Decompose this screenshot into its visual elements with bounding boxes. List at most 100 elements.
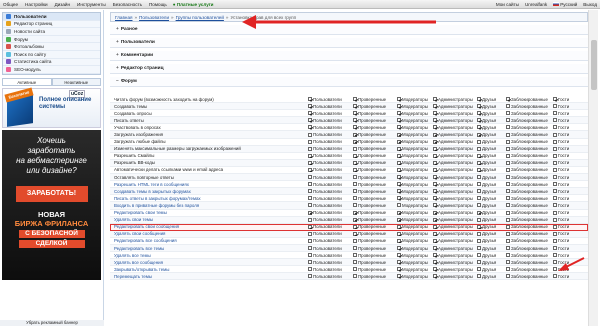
sidebar-item-users[interactable]: Пользователи (3, 13, 100, 21)
checkbox-box[interactable] (433, 210, 437, 215)
group-checkbox[interactable]: Проверенные (353, 203, 397, 208)
checkbox-box[interactable] (477, 167, 481, 172)
checkbox-box[interactable] (553, 274, 557, 279)
permission-label[interactable]: Входить в приватные форумы без пароля (110, 203, 308, 208)
group-checkbox[interactable]: Друзья (477, 231, 506, 236)
group-checkbox[interactable]: Проверенные (353, 132, 397, 137)
group-checkbox[interactable]: Друзья (477, 104, 506, 109)
checkbox-box[interactable] (308, 132, 312, 137)
group-checkbox[interactable]: Проверенные (353, 111, 397, 116)
group-checkbox[interactable]: Гости (553, 125, 573, 130)
breadcrumb-home[interactable]: Главная (115, 15, 132, 20)
checkbox-box[interactable] (433, 97, 437, 102)
permission-label[interactable]: Удалять свои темы (110, 217, 308, 222)
checkbox-box[interactable] (397, 210, 401, 215)
menu-general[interactable]: Общее (3, 2, 18, 7)
section-forum[interactable]: − Форум (110, 77, 588, 87)
checkbox-box[interactable] (506, 125, 510, 130)
group-checkbox[interactable]: Друзья (477, 196, 506, 201)
group-checkbox[interactable]: Друзья (477, 118, 506, 123)
group-checkbox[interactable]: Модераторы (397, 253, 433, 258)
checkbox-box[interactable] (353, 217, 357, 222)
group-checkbox[interactable]: Администраторы (433, 97, 477, 102)
checkbox-box[interactable] (506, 189, 510, 194)
group-checkbox[interactable]: Модераторы (397, 189, 433, 194)
group-checkbox[interactable]: Модераторы (397, 217, 433, 222)
checkbox-box[interactable] (477, 97, 481, 102)
checkbox-box[interactable] (433, 224, 437, 229)
checkbox-box[interactable] (553, 118, 557, 123)
group-checkbox[interactable]: Модераторы (397, 146, 433, 151)
group-checkbox[interactable]: Модераторы (397, 210, 433, 215)
group-checkbox[interactable]: Заблокированные (506, 189, 553, 194)
checkbox-box[interactable] (397, 182, 401, 187)
group-checkbox[interactable]: Администраторы (433, 111, 477, 116)
group-checkbox[interactable]: Пользователи (308, 104, 353, 109)
group-checkbox[interactable]: Заблокированные (506, 97, 553, 102)
group-checkbox[interactable]: Проверенные (353, 153, 397, 158)
group-checkbox[interactable]: Друзья (477, 125, 506, 130)
group-checkbox[interactable]: Пользователи (308, 153, 353, 158)
checkbox-box[interactable] (477, 274, 481, 279)
permission-label[interactable]: Писать ответы в закрытых форумах/темах (110, 196, 308, 201)
checkbox-box[interactable] (506, 175, 510, 180)
sidebar-item-stats[interactable]: Статистика сайта (3, 59, 100, 67)
group-checkbox[interactable]: Администраторы (433, 203, 477, 208)
group-checkbox[interactable]: Проверенные (353, 217, 397, 222)
checkbox-box[interactable] (477, 217, 481, 222)
checkbox-box[interactable] (477, 196, 481, 201)
checkbox-box[interactable] (506, 231, 510, 236)
group-checkbox[interactable]: Друзья (477, 160, 506, 165)
group-checkbox[interactable]: Проверенные (353, 175, 397, 180)
group-checkbox[interactable]: Модераторы (397, 246, 433, 251)
checkbox-box[interactable] (433, 189, 437, 194)
group-checkbox[interactable]: Гости (553, 139, 573, 144)
checkbox-box[interactable] (477, 104, 481, 109)
checkbox-box[interactable] (506, 139, 510, 144)
checkbox-box[interactable] (433, 175, 437, 180)
group-checkbox[interactable]: Проверенные (353, 160, 397, 165)
checkbox-box[interactable] (506, 104, 510, 109)
group-checkbox[interactable]: Модераторы (397, 125, 433, 130)
checkbox-box[interactable] (397, 125, 401, 130)
group-checkbox[interactable]: Проверенные (353, 139, 397, 144)
checkbox-box[interactable] (397, 217, 401, 222)
permission-label[interactable]: Создавать темы в закрытых форумах (110, 189, 308, 194)
checkbox-box[interactable] (553, 132, 557, 137)
group-checkbox[interactable]: Проверенные (353, 246, 397, 251)
checkbox-box[interactable] (553, 238, 557, 243)
checkbox-box[interactable] (477, 182, 481, 187)
group-checkbox[interactable]: Заблокированные (506, 125, 553, 130)
group-checkbox[interactable]: Пользователи (308, 167, 353, 172)
checkbox-box[interactable] (433, 182, 437, 187)
checkbox-box[interactable] (308, 210, 312, 215)
checkbox-box[interactable] (353, 104, 357, 109)
checkbox-box[interactable] (433, 253, 437, 258)
checkbox-box[interactable] (353, 111, 357, 116)
group-checkbox[interactable]: Проверенные (353, 260, 397, 265)
checkbox-box[interactable] (308, 196, 312, 201)
scrollbar-thumb[interactable] (591, 40, 597, 90)
checkbox-box[interactable] (397, 267, 401, 272)
checkbox-box[interactable] (353, 146, 357, 151)
group-checkbox[interactable]: Модераторы (397, 274, 433, 279)
group-checkbox[interactable]: Пользователи (308, 253, 353, 258)
checkbox-box[interactable] (553, 253, 557, 258)
checkbox-box[interactable] (506, 203, 510, 208)
permission-label[interactable]: Редактировать свои темы (110, 210, 308, 215)
group-checkbox[interactable]: Заблокированные (506, 246, 553, 251)
group-checkbox[interactable]: Друзья (477, 253, 506, 258)
group-checkbox[interactable]: Друзья (477, 146, 506, 151)
group-checkbox[interactable]: Друзья (477, 217, 506, 222)
checkbox-box[interactable] (553, 217, 557, 222)
group-checkbox[interactable]: Модераторы (397, 260, 433, 265)
group-checkbox[interactable]: Администраторы (433, 196, 477, 201)
checkbox-box[interactable] (477, 139, 481, 144)
checkbox-box[interactable] (353, 125, 357, 130)
checkbox-box[interactable] (433, 111, 437, 116)
group-checkbox[interactable]: Администраторы (433, 167, 477, 172)
sidebar-item-seo[interactable]: SEO-модуль (3, 66, 100, 74)
checkbox-box[interactable] (433, 274, 437, 279)
checkbox-box[interactable] (553, 167, 557, 172)
group-checkbox[interactable]: Проверенные (353, 210, 397, 215)
